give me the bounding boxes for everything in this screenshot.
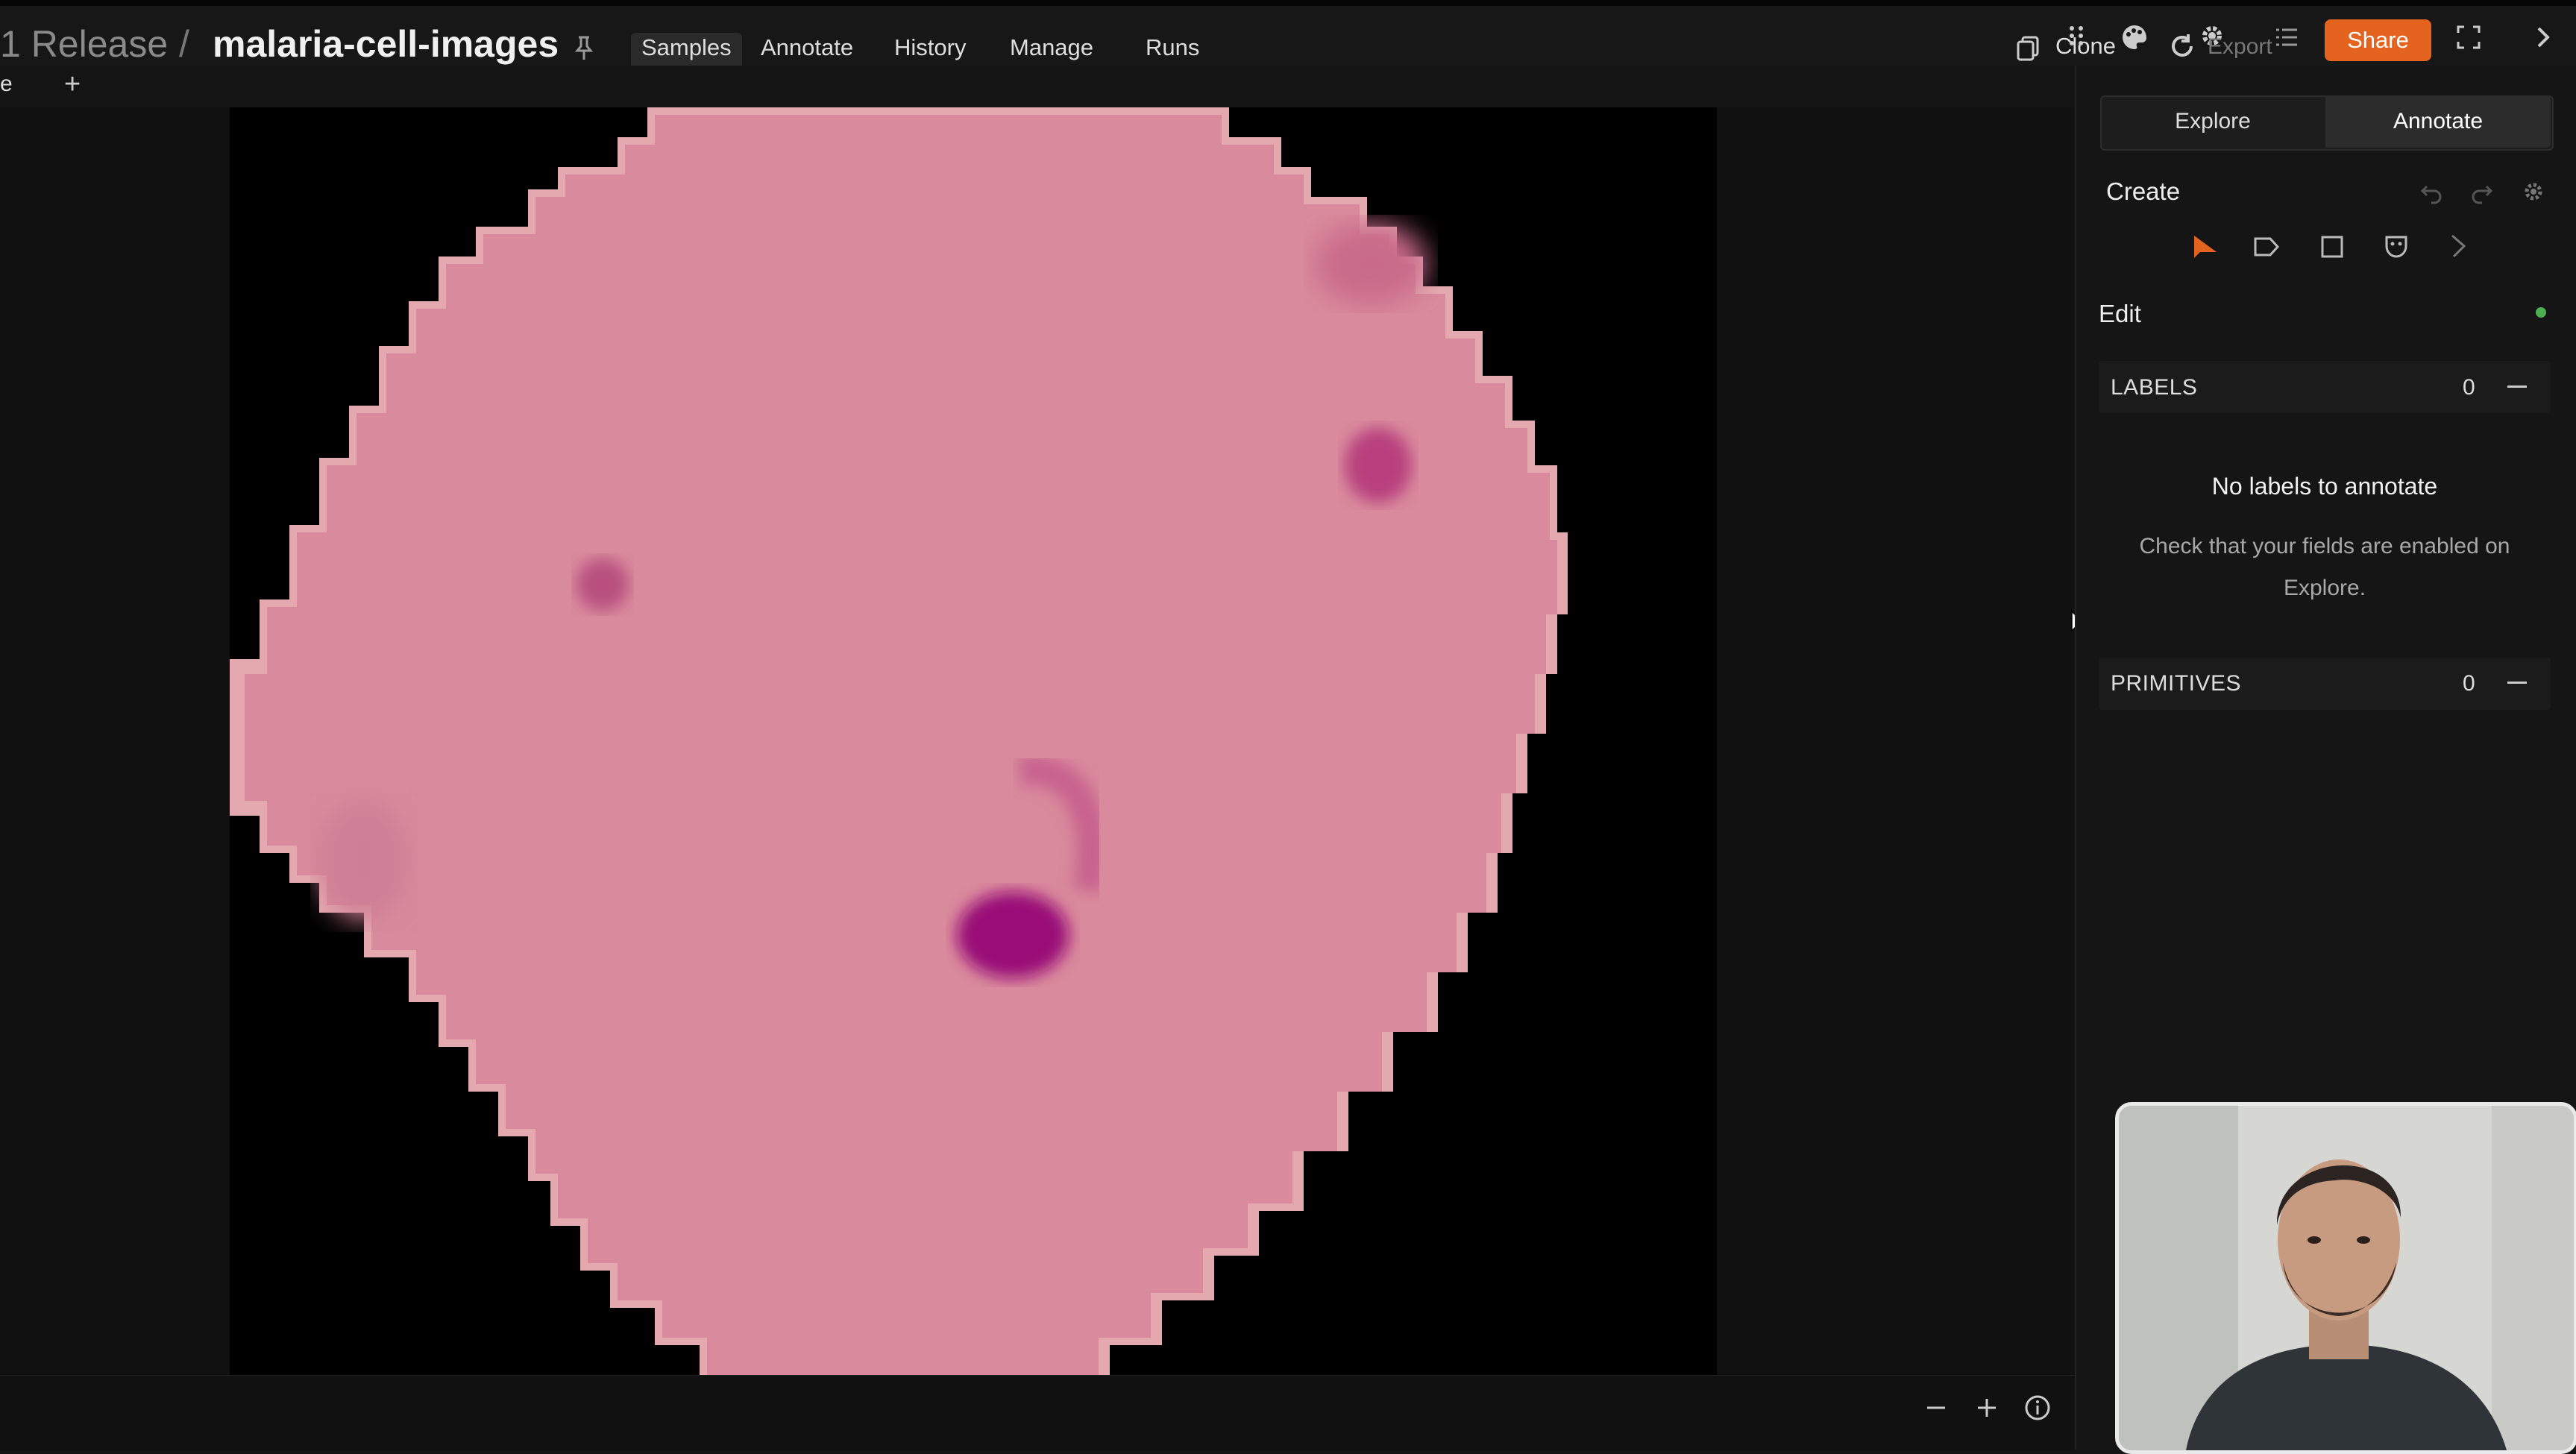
- collapse-primitives-icon[interactable]: [2507, 682, 2527, 684]
- add-tab-button[interactable]: +: [64, 69, 81, 101]
- labels-count: 0: [2463, 375, 2475, 400]
- primitives-title: PRIMITIVES: [2111, 671, 2242, 696]
- zoom-in-icon[interactable]: [1972, 1393, 2002, 1423]
- copy-icon[interactable]: [2014, 33, 2043, 63]
- empty-labels-message: Check that your fields are enabled on Ex…: [2139, 534, 2510, 600]
- breadcrumb-separator: /: [179, 23, 189, 65]
- refresh-icon[interactable]: [2167, 31, 2197, 61]
- dataset-name[interactable]: malaria-cell-images: [213, 22, 559, 66]
- parasite-right: [1345, 428, 1412, 503]
- tab-samples[interactable]: Samples: [631, 33, 742, 70]
- parasite-top-right: [1315, 223, 1427, 305]
- empty-labels-title: No labels to annotate: [2211, 473, 2438, 500]
- chevron-right-icon[interactable]: [2528, 22, 2558, 52]
- edit-section-title: Edit: [2099, 300, 2141, 327]
- box-icon[interactable]: [2315, 230, 2349, 264]
- export-button[interactable]: Export: [2208, 34, 2272, 60]
- explore-mode-button[interactable]: Explore: [2100, 95, 2325, 148]
- create-section-title: Create: [2106, 177, 2181, 205]
- collapse-labels-icon[interactable]: [2507, 385, 2527, 388]
- grid-dots-icon[interactable]: [2061, 21, 2091, 51]
- parasite-left: [577, 558, 629, 611]
- tag-icon[interactable]: [2249, 230, 2284, 264]
- mask-icon[interactable]: [2379, 230, 2413, 264]
- share-button[interactable]: Share: [2325, 19, 2431, 61]
- list-icon[interactable]: [2272, 22, 2302, 52]
- zoom-out-icon[interactable]: [1921, 1393, 1951, 1423]
- redo-icon[interactable]: [2469, 179, 2494, 204]
- sample-tab-bar: [0, 66, 2075, 108]
- parasite-nucleus: [957, 892, 1069, 978]
- info-icon[interactable]: [2023, 1393, 2052, 1423]
- settings-icon[interactable]: [2521, 179, 2546, 204]
- tab-runs[interactable]: Runs: [1135, 33, 1210, 70]
- status-dot: [2536, 307, 2546, 318]
- webcam-overlay: [2115, 1102, 2576, 1454]
- tab-history[interactable]: History: [884, 33, 976, 70]
- sample-image[interactable]: [230, 107, 1717, 1375]
- palette-icon[interactable]: [2120, 22, 2149, 52]
- polyline-icon[interactable]: [2443, 230, 2478, 264]
- select-arrow-icon[interactable]: [2185, 230, 2220, 264]
- primitives-count: 0: [2463, 671, 2475, 696]
- tab-annotate[interactable]: Annotate: [750, 33, 864, 70]
- tab-manage[interactable]: Manage: [999, 33, 1104, 70]
- labels-title: LABELS: [2111, 375, 2198, 400]
- breadcrumb-release[interactable]: 1 Release: [0, 22, 168, 66]
- sample-tab[interactable]: e: [0, 72, 13, 97]
- pin-icon[interactable]: [574, 36, 594, 61]
- annotate-mode-button[interactable]: Annotate: [2325, 95, 2551, 148]
- cell-image: [230, 107, 1568, 1375]
- viewer-bottom-bar: [0, 1375, 2075, 1450]
- presenter-video: [2119, 1106, 2574, 1450]
- fullscreen-icon[interactable]: [2454, 22, 2484, 52]
- undo-icon[interactable]: [2419, 179, 2445, 204]
